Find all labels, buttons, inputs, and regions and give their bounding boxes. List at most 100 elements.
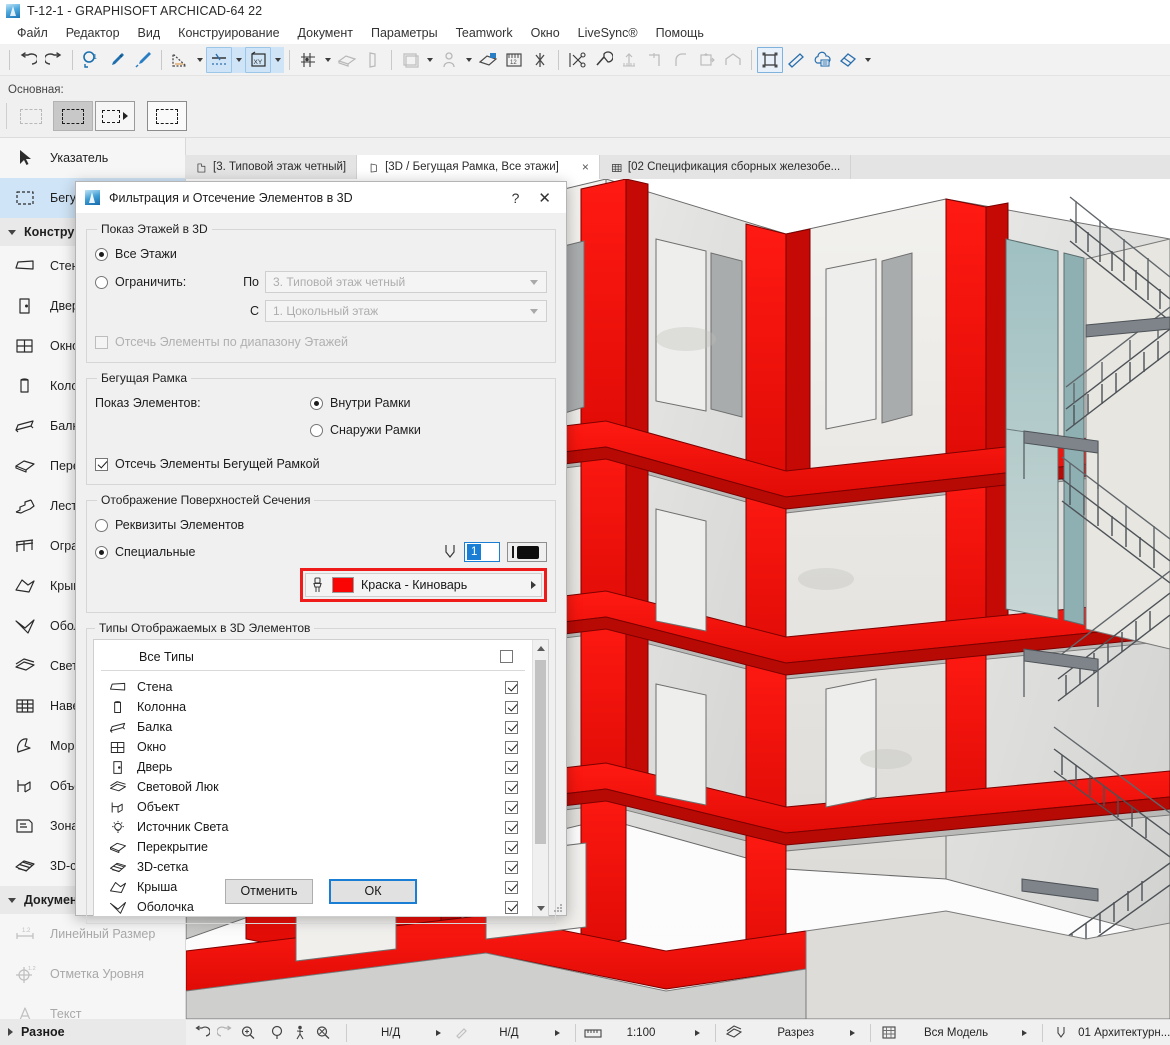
marquee-3d-icon[interactable]	[475, 47, 501, 73]
paint-surface-icon[interactable]	[835, 47, 861, 73]
coordinate-xy-icon[interactable]: XY	[245, 47, 271, 73]
tab-close-icon[interactable]: ×	[582, 160, 589, 174]
redo-icon[interactable]	[41, 47, 67, 73]
element-type-row[interactable]: Дверь	[94, 757, 532, 777]
marquee-solid-icon[interactable]	[147, 101, 187, 131]
layers-dropdown-arrow-icon[interactable]	[423, 47, 436, 73]
limit-storeys-row[interactable]: Ограничить: По 3. Типовой этаж четный	[95, 270, 547, 294]
toolbox-footer-misc[interactable]: Разное	[0, 1019, 186, 1045]
element-type-row[interactable]: Источник Света	[94, 817, 532, 837]
menu-item-8[interactable]: LiveSync®	[569, 24, 647, 42]
menu-item-0[interactable]: Файл	[8, 24, 57, 42]
element-type-row[interactable]: Окно	[94, 737, 532, 757]
menu-item-5[interactable]: Параметры	[362, 24, 447, 42]
element-type-checkbox[interactable]	[505, 841, 518, 854]
magnify-pick-icon[interactable]: 1	[78, 47, 104, 73]
scroll-up-icon[interactable]	[533, 640, 548, 656]
marquee-select-icon[interactable]	[757, 47, 783, 73]
menu-item-2[interactable]: Вид	[129, 24, 170, 42]
from-storey-select[interactable]: 1. Цокольный этаж	[265, 300, 547, 322]
element-type-checkbox[interactable]	[505, 821, 518, 834]
measure-angle-icon[interactable]	[167, 47, 193, 73]
wall-thin-icon[interactable]	[360, 47, 386, 73]
tab-0[interactable]: [3. Типовой этаж четный]	[185, 155, 357, 179]
outside-marquee-radio[interactable]	[310, 424, 323, 437]
element-type-checkbox-cell[interactable]	[500, 701, 530, 714]
undo-arc-icon[interactable]	[190, 1022, 213, 1044]
tab-2[interactable]: [02 Спецификация сборных железобе...	[600, 155, 851, 179]
offset-up-icon[interactable]	[616, 47, 642, 73]
status-field-arrow-1[interactable]	[555, 1030, 560, 1036]
home-roof-icon[interactable]	[720, 47, 746, 73]
status-field-arrow-2[interactable]	[695, 1030, 700, 1036]
inside-marquee-radio[interactable]	[310, 397, 323, 410]
redo-arc-icon[interactable]	[213, 1022, 236, 1044]
magic-wand-icon[interactable]	[590, 47, 616, 73]
element-type-checkbox-cell[interactable]	[500, 681, 530, 694]
fill-pattern-icon[interactable]	[507, 542, 547, 562]
element-type-checkbox[interactable]	[505, 741, 518, 754]
section-icon[interactable]	[722, 1022, 745, 1044]
multiply-icon[interactable]	[694, 47, 720, 73]
all-types-row[interactable]: Все Типы	[101, 643, 525, 671]
walk-icon[interactable]	[288, 1022, 311, 1044]
scrollbar-thumb[interactable]	[535, 660, 546, 844]
grid-dropdown-arrow-icon[interactable]	[321, 47, 334, 73]
element-type-checkbox[interactable]	[505, 781, 518, 794]
snap-dropdown-arrow-icon[interactable]	[232, 47, 245, 73]
all-storeys-radio-row[interactable]: Все Этажи	[95, 242, 547, 266]
element-type-checkbox[interactable]	[505, 761, 518, 774]
surface-material-select[interactable]: Краска - Киноварь	[305, 573, 542, 597]
trim-storey-range-row[interactable]: Отсечь Элементы по диапазону Этажей	[95, 330, 547, 354]
element-type-checkbox-cell[interactable]	[500, 781, 530, 794]
scissors-split-icon[interactable]	[564, 47, 590, 73]
status-field-arrow-3[interactable]	[850, 1030, 855, 1036]
coordinate-dropdown-arrow-icon[interactable]	[271, 47, 284, 73]
all-types-checkbox-cell[interactable]	[495, 650, 525, 663]
menu-item-1[interactable]: Редактор	[57, 24, 129, 42]
cloud-label-icon[interactable]	[809, 47, 835, 73]
fillet-icon[interactable]	[668, 47, 694, 73]
element-type-checkbox-cell[interactable]	[500, 741, 530, 754]
undo-icon[interactable]	[15, 47, 41, 73]
eyedropper-icon[interactable]	[104, 47, 130, 73]
resize-grip[interactable]	[553, 902, 563, 912]
element-type-row[interactable]: Перекрытие	[94, 837, 532, 857]
orbit-icon[interactable]	[265, 1022, 288, 1044]
to-storey-select[interactable]: 3. Типовой этаж четный	[265, 271, 547, 293]
all-storeys-radio[interactable]	[95, 248, 108, 261]
marquee-dashed-icon[interactable]	[95, 101, 135, 131]
syringe-inject-icon[interactable]	[130, 47, 156, 73]
element-attributes-radio[interactable]	[95, 519, 108, 532]
element-type-checkbox[interactable]	[505, 701, 518, 714]
element-type-checkbox-cell[interactable]	[500, 821, 530, 834]
menu-item-7[interactable]: Окно	[522, 24, 569, 42]
trim-storey-range-checkbox[interactable]	[95, 336, 108, 349]
zoom-in-icon[interactable]	[236, 1022, 259, 1044]
measure-dropdown-arrow-icon[interactable]	[193, 47, 206, 73]
element-type-checkbox-cell[interactable]	[500, 721, 530, 734]
menu-item-9[interactable]: Помощь	[647, 24, 713, 42]
tab-1[interactable]: [3D / Бегущая Рамка, Все этажи]×	[357, 155, 600, 179]
status-field-arrow-0[interactable]	[436, 1030, 441, 1036]
element-type-checkbox[interactable]	[505, 681, 518, 694]
toolbox-item-22[interactable]: Текст	[0, 994, 185, 1019]
chevron-right-icon[interactable]	[531, 581, 536, 589]
element-type-checkbox-cell[interactable]	[500, 761, 530, 774]
corner-trim-icon[interactable]	[642, 47, 668, 73]
toolbox-item-0[interactable]: Указатель	[0, 138, 185, 178]
grid-snap-icon[interactable]	[295, 47, 321, 73]
all-types-checkbox[interactable]	[500, 650, 513, 663]
menu-item-3[interactable]: Конструирование	[169, 24, 288, 42]
paint-dropdown-arrow-icon[interactable]	[861, 47, 874, 73]
pen-set-icon[interactable]	[1049, 1022, 1072, 1044]
limit-storeys-radio[interactable]	[95, 276, 108, 289]
pen-small-icon[interactable]	[450, 1022, 473, 1044]
element-type-row[interactable]: Стена	[94, 677, 532, 697]
ruler-small-icon[interactable]	[582, 1022, 605, 1044]
toolbox-item-21[interactable]: 1.2Отметка Уровня	[0, 954, 185, 994]
slab-icon[interactable]	[334, 47, 360, 73]
element-type-row[interactable]: Балка	[94, 717, 532, 737]
element-type-row[interactable]: Колонна	[94, 697, 532, 717]
fit-window-icon[interactable]	[311, 1022, 334, 1044]
